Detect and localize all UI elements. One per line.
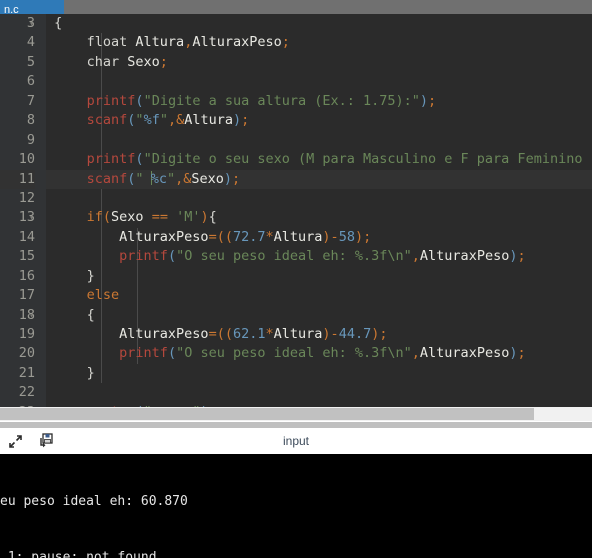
code-line: else	[86, 287, 120, 304]
scrollbar-thumb[interactable]	[0, 408, 534, 420]
code-line: printf("O seu peso ideal eh: %.3f\n",Alt…	[119, 248, 526, 265]
line-number: 22	[18, 384, 35, 401]
line-number: 17	[18, 287, 35, 304]
tab-main-c[interactable]: n.c	[0, 0, 64, 14]
line-number: 16	[18, 267, 35, 284]
console-title: input	[282, 434, 310, 448]
line-number: 4	[26, 34, 35, 51]
tab-label: n.c	[4, 4, 19, 15]
console-line: 1: pause: not found	[0, 549, 157, 558]
code-text[interactable]: { float Altura,AlturaxPeso; char Sexo; p…	[46, 14, 592, 407]
code-line: printf("Digite a sua altura (Ex.: 1.75):…	[86, 92, 437, 109]
code-line: {	[46, 15, 63, 31]
line-number: 19	[18, 326, 35, 342]
line-number: 3 ▾	[0, 14, 35, 33]
line-number-current: 11	[0, 169, 35, 189]
code-line: char Sexo;	[46, 53, 168, 70]
code-line: float Altura,AlturaxPeso;	[46, 34, 290, 51]
line-number: 20	[18, 345, 35, 362]
line-number: 15	[18, 248, 35, 265]
line-number: 12	[18, 189, 35, 206]
line-number: 13 ▾	[0, 208, 35, 227]
line-number: 14	[18, 228, 35, 245]
line-number: 6	[26, 73, 35, 90]
panel-splitter[interactable]	[0, 421, 592, 428]
line-number: 5	[26, 53, 35, 70]
line-number: 7	[26, 92, 35, 109]
code-line: printf("Digite o seu sexo (M para Mascul…	[86, 151, 583, 168]
line-number: 18 ▾	[0, 306, 35, 325]
code-line: printf("O seu peso ideal eh: %.3f\n",Alt…	[119, 345, 526, 362]
console-line: eu peso ideal eh: 60.870	[0, 494, 188, 510]
line-number-gutter[interactable]: 3 ▾ 4 5 6 7 8 9 10 11 12 13 ▾ 14 15 16 17 …	[0, 14, 46, 407]
code-area: 3 ▾ 4 5 6 7 8 9 10 11 12 13 ▾ 14 15 16 17 …	[0, 14, 592, 407]
editor-tab-bar: n.c	[0, 0, 592, 14]
editor-horizontal-scrollbar[interactable]	[0, 407, 592, 421]
code-line: AlturaxPeso=((72.7*Altura)-58);	[119, 228, 372, 245]
line-number: 8	[26, 112, 35, 129]
code-editor[interactable]: 3 ▾ 4 5 6 7 8 9 10 11 12 13 ▾ 14 15 16 17 …	[0, 14, 592, 407]
code-line: scanf("%f",&Altura);	[86, 112, 250, 129]
code-line: {	[46, 306, 95, 323]
fold-arrow-icon[interactable]: ▾	[29, 306, 34, 325]
fold-arrow-icon[interactable]: ▾	[29, 208, 34, 227]
code-line: }	[46, 267, 95, 284]
line-number: 9	[26, 131, 35, 148]
console-output[interactable]: eu peso ideal eh: 60.870 1: pause: not f…	[0, 454, 592, 558]
fold-arrow-icon[interactable]: ▾	[29, 14, 34, 33]
line-number: 21	[18, 364, 35, 381]
console-toolbar: input	[0, 428, 592, 454]
code-line: AlturaxPeso=((62.1*Altura)-44.7);	[119, 326, 388, 342]
code-line: }	[46, 364, 95, 381]
code-line: if(Sexo == 'M'){	[86, 209, 217, 226]
code-line-current: scanf(" %c",&Sexo);	[46, 169, 592, 189]
line-number: 10	[18, 151, 35, 168]
